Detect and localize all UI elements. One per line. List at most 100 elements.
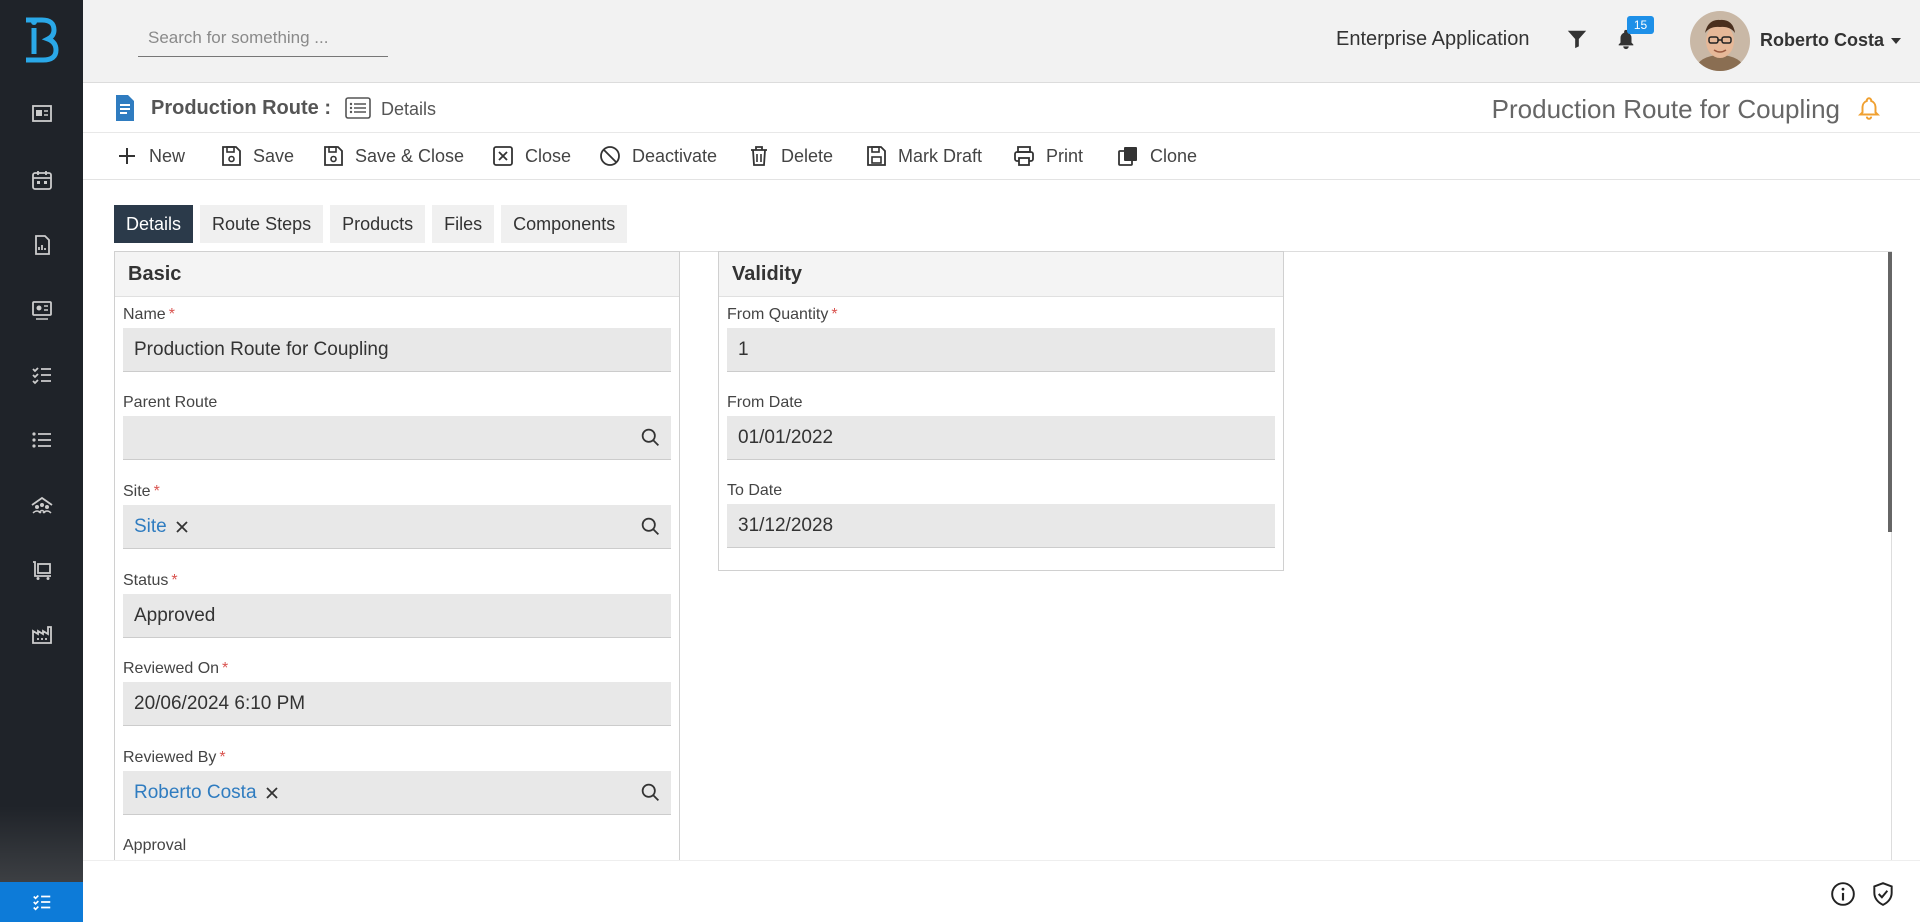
save-icon bbox=[222, 146, 241, 166]
to-date-field[interactable]: 31/12/2028 bbox=[727, 504, 1275, 548]
search-icon[interactable] bbox=[640, 427, 661, 448]
delete-button[interactable]: Delete bbox=[747, 141, 833, 171]
sidebar-item-active-tasks[interactable] bbox=[0, 882, 83, 922]
clear-site-icon[interactable] bbox=[175, 520, 189, 534]
from-quantity-field[interactable]: 1 bbox=[727, 328, 1275, 372]
site-field[interactable]: Site bbox=[123, 505, 671, 549]
save-close-label: Save & Close bbox=[355, 145, 465, 166]
reviewed-by-value-link[interactable]: Roberto Costa bbox=[134, 782, 257, 804]
save-close-button[interactable]: Save & Close bbox=[321, 141, 464, 171]
info-icon[interactable] bbox=[1830, 881, 1856, 907]
sidebar-item-reports[interactable] bbox=[0, 223, 83, 267]
from-date-label: From Date bbox=[727, 394, 803, 411]
list-view-icon bbox=[345, 97, 371, 119]
reviewed-by-field[interactable]: Roberto Costa bbox=[123, 771, 671, 815]
from-date-field[interactable]: 01/01/2022 bbox=[727, 416, 1275, 460]
top-bar: Enterprise Application 15 Roberto Costa bbox=[83, 0, 1920, 83]
clone-button[interactable]: Clone bbox=[1116, 141, 1197, 171]
avatar-image bbox=[1690, 11, 1750, 71]
plus-icon bbox=[119, 148, 135, 164]
organization-icon bbox=[30, 496, 53, 514]
parent-route-field[interactable] bbox=[123, 416, 671, 460]
record-alert-bell-icon[interactable] bbox=[1856, 95, 1882, 121]
basic-section: Basic Name * Production Route for Couplin… bbox=[114, 251, 680, 862]
breadcrumb-module: Production Route : bbox=[151, 97, 331, 119]
calendar-icon bbox=[31, 171, 52, 190]
save-label: Save bbox=[253, 145, 295, 166]
sidebar-glow bbox=[0, 806, 83, 886]
search-icon[interactable] bbox=[640, 782, 661, 803]
mark-draft-button[interactable]: Mark Draft bbox=[864, 141, 982, 171]
document-icon bbox=[116, 95, 134, 121]
user-menu-caret-icon[interactable] bbox=[1891, 38, 1901, 44]
clear-reviewed-by-icon[interactable] bbox=[265, 786, 279, 800]
site-label: Site * bbox=[123, 483, 160, 500]
details-panel: Basic Name * Production Route for Couplin… bbox=[114, 251, 1892, 862]
toolbar: New Save Save & Close Close Deactivate D… bbox=[83, 133, 1920, 180]
trash-icon bbox=[751, 146, 767, 166]
validity-section: Validity From Quantity * 1 From Date 01/0… bbox=[718, 251, 1284, 571]
avatar[interactable] bbox=[1690, 11, 1750, 71]
basic-section-title: Basic bbox=[115, 252, 679, 297]
sidebar-item-lists[interactable] bbox=[0, 418, 83, 462]
checklist-icon bbox=[31, 367, 51, 385]
tab-components[interactable]: Components bbox=[501, 205, 628, 243]
close-box-icon bbox=[493, 146, 513, 166]
from-quantity-label: From Quantity * bbox=[727, 306, 838, 323]
name-label: Name * bbox=[123, 306, 175, 323]
sidebar-item-production[interactable] bbox=[0, 548, 83, 592]
user-name[interactable]: Roberto Costa bbox=[1760, 30, 1884, 51]
app-name-selector[interactable]: Enterprise Application bbox=[1336, 28, 1529, 51]
sidebar-item-tasks[interactable] bbox=[0, 353, 83, 397]
from-quantity-value: 1 bbox=[738, 338, 749, 360]
sidebar-item-calendar[interactable] bbox=[0, 158, 83, 202]
tab-files[interactable]: Files bbox=[432, 205, 495, 243]
new-label: New bbox=[149, 145, 186, 166]
site-value-link[interactable]: Site bbox=[134, 516, 167, 538]
print-button[interactable]: Print bbox=[1012, 141, 1083, 171]
clone-icon bbox=[1118, 147, 1137, 166]
clone-label: Clone bbox=[1150, 145, 1198, 166]
search-icon[interactable] bbox=[640, 516, 661, 537]
main-content: Production Route : Details Production Ro… bbox=[83, 83, 1920, 862]
save-close-icon bbox=[324, 146, 343, 166]
close-button[interactable]: Close bbox=[491, 141, 571, 171]
sidebar-item-organization[interactable] bbox=[0, 483, 83, 527]
search-input[interactable] bbox=[138, 19, 388, 57]
tab-products[interactable]: Products bbox=[330, 205, 426, 243]
breadcrumb-view[interactable]: Details bbox=[381, 99, 436, 120]
filter-icon[interactable] bbox=[1566, 28, 1588, 50]
save-button[interactable]: Save bbox=[219, 141, 294, 171]
footer-bar bbox=[83, 860, 1920, 922]
name-value: Production Route for Coupling bbox=[134, 338, 389, 360]
approval-label: Approval bbox=[123, 837, 187, 854]
status-field[interactable]: Approved bbox=[123, 594, 671, 638]
validity-section-title: Validity bbox=[719, 252, 1283, 297]
report-icon bbox=[34, 235, 50, 255]
reviewed-on-field[interactable]: 20/06/2024 6:10 PM bbox=[123, 682, 671, 726]
parent-route-label: Parent Route bbox=[123, 394, 218, 411]
panel-scrollbar[interactable] bbox=[1888, 252, 1892, 532]
tab-details[interactable]: Details bbox=[114, 205, 194, 243]
deactivate-button[interactable]: Deactivate bbox=[598, 141, 717, 171]
delete-label: Delete bbox=[781, 145, 834, 166]
cart-board-icon bbox=[32, 561, 51, 580]
printer-icon bbox=[1014, 146, 1034, 166]
name-field[interactable]: Production Route for Coupling bbox=[123, 328, 671, 372]
app-logo[interactable] bbox=[20, 14, 62, 66]
sidebar-item-factory[interactable] bbox=[0, 613, 83, 657]
close-label: Close bbox=[525, 145, 572, 166]
new-button[interactable]: New bbox=[115, 141, 185, 171]
to-date-value: 31/12/2028 bbox=[738, 514, 834, 536]
reviewed-by-label: Reviewed By * bbox=[123, 749, 226, 766]
sidebar-item-approvals[interactable] bbox=[0, 288, 83, 332]
mark-draft-label: Mark Draft bbox=[898, 145, 983, 166]
record-title: Production Route for Coupling bbox=[1491, 94, 1840, 124]
user-card-icon bbox=[31, 301, 52, 320]
deactivate-label: Deactivate bbox=[632, 145, 718, 166]
notification-badge: 15 bbox=[1627, 16, 1654, 34]
draft-save-icon bbox=[867, 146, 886, 166]
tab-route-steps[interactable]: Route Steps bbox=[200, 205, 324, 243]
sidebar-item-dashboard[interactable] bbox=[0, 92, 83, 136]
shield-check-icon[interactable] bbox=[1870, 881, 1896, 907]
